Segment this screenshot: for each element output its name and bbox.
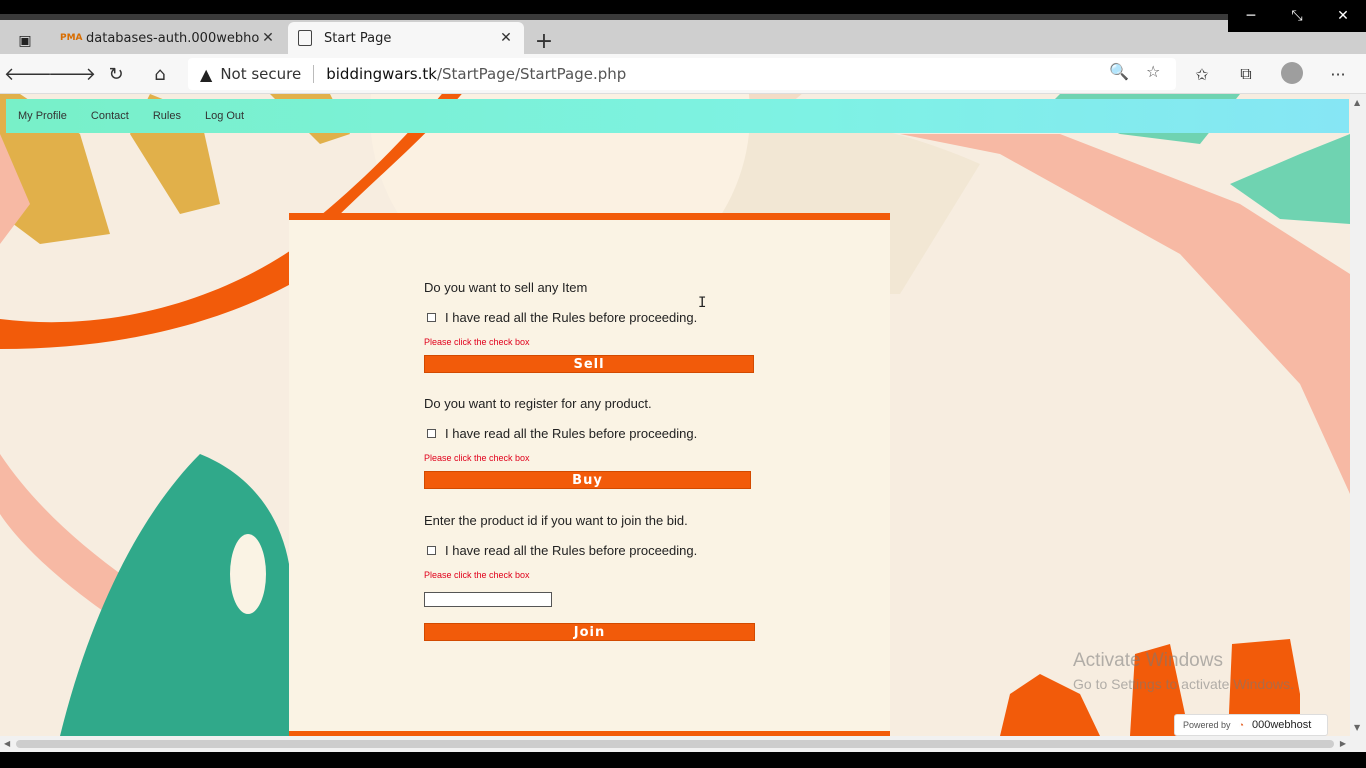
buy-button[interactable]: Buy	[424, 471, 751, 489]
zoom-icon[interactable]: 🔍	[1109, 62, 1129, 81]
activate-windows-watermark: Activate Windows Go to Settings to activ…	[1073, 650, 1294, 692]
tab-start-page[interactable]: Start Page ✕	[288, 22, 524, 54]
buy-rules-checkbox[interactable]	[427, 429, 436, 438]
site-navbar: My Profile Contact Rules Log Out	[6, 99, 1349, 133]
tab-databases[interactable]: PMA databases-auth.000webhost.com ✕	[50, 22, 286, 54]
watermark-subtitle: Go to Settings to activate Windows.	[1073, 676, 1294, 692]
restore-icon[interactable]: ⤡	[1274, 0, 1320, 32]
add-favorite-icon[interactable]: ☆	[1146, 62, 1160, 81]
join-rules-checkbox[interactable]	[427, 546, 436, 555]
scroll-up-icon[interactable]: ▲	[1354, 98, 1360, 107]
scrollbar-thumb[interactable]	[16, 740, 1334, 748]
nav-rules[interactable]: Rules	[153, 110, 181, 122]
tab-close-icon[interactable]: ✕	[260, 30, 276, 46]
checkbox-label: I have read all the Rules before proceed…	[445, 310, 698, 325]
scroll-left-icon[interactable]: ◀	[4, 739, 10, 748]
page-icon	[298, 30, 312, 46]
url-text[interactable]: biddingwars.tk/StartPage/StartPage.php	[326, 65, 626, 83]
home-button[interactable]: ⌂	[146, 62, 174, 86]
nav-my-profile[interactable]: My Profile	[18, 110, 67, 122]
favorites-icon[interactable]: ✩	[1189, 62, 1215, 86]
minimize-icon[interactable]: ─	[1228, 0, 1274, 32]
more-icon[interactable]: ···	[1325, 62, 1351, 86]
join-warning: Please click the check box	[424, 570, 530, 580]
buy-section: Do you want to register for any product.…	[424, 396, 751, 489]
tab-close-icon[interactable]: ✕	[498, 30, 514, 46]
tab-title: Start Page	[324, 30, 392, 46]
watermark-title: Activate Windows	[1073, 650, 1223, 671]
sell-section: Do you want to sell any Item I have read…	[424, 280, 754, 373]
divider	[313, 65, 315, 83]
join-button[interactable]: Join	[424, 623, 755, 641]
nav-contact[interactable]: Contact	[91, 110, 129, 122]
browser-toolbar: 🡐 🡒 ↻ ⌂ ▲ Not secure biddingwars.tk/Star…	[0, 54, 1366, 94]
close-icon[interactable]: ✕	[1320, 0, 1366, 32]
sell-rules-row: I have read all the Rules before proceed…	[424, 310, 754, 325]
buy-warning: Please click the check box	[424, 453, 530, 463]
scroll-down-icon[interactable]: ▼	[1354, 723, 1360, 732]
checkbox-label: I have read all the Rules before proceed…	[445, 426, 698, 441]
warning-icon[interactable]: ▲	[200, 65, 212, 84]
sell-question: Do you want to sell any Item	[424, 280, 588, 295]
join-rules-row: I have read all the Rules before proceed…	[424, 543, 755, 558]
checkbox-label: I have read all the Rules before proceed…	[445, 543, 698, 558]
page-viewport: My Profile Contact Rules Log Out Do you …	[0, 94, 1350, 736]
url-path: /StartPage/StartPage.php	[436, 65, 627, 83]
back-button[interactable]: 🡐	[4, 62, 52, 86]
horizontal-scrollbar[interactable]: ◀ ▶	[0, 736, 1350, 752]
text-cursor-icon: I	[698, 295, 707, 311]
security-status[interactable]: Not secure	[220, 65, 301, 83]
powered-prefix: Powered by	[1183, 720, 1231, 730]
tab-actions-icon[interactable]: ▣	[10, 28, 40, 54]
start-panel: Do you want to sell any Item I have read…	[289, 213, 890, 736]
join-question: Enter the product id if you want to join…	[424, 513, 688, 528]
tab-title: databases-auth.000webhost.com	[86, 30, 260, 46]
buy-question: Do you want to register for any product.	[424, 396, 652, 411]
screen: ▣ PMA databases-auth.000webhost.com ✕ St…	[0, 0, 1366, 768]
sell-button[interactable]: Sell	[424, 355, 754, 373]
address-bar[interactable]: ▲ Not secure biddingwars.tk/StartPage/St…	[188, 58, 1176, 90]
powered-by-badge[interactable]: Powered by ◔ 000webhost	[1174, 714, 1328, 736]
collections-icon[interactable]: ⧉	[1233, 62, 1259, 86]
window-controls: ─ ⤡ ✕	[1228, 0, 1366, 32]
bottom-border	[0, 752, 1366, 768]
vertical-scrollbar[interactable]: ▲ ▼	[1350, 94, 1366, 736]
title-bar	[0, 14, 1228, 20]
sell-rules-checkbox[interactable]	[427, 313, 436, 322]
buy-rules-row: I have read all the Rules before proceed…	[424, 426, 751, 441]
tab-strip: ▣ PMA databases-auth.000webhost.com ✕ St…	[0, 14, 1366, 54]
new-tab-button[interactable]: +	[532, 28, 556, 54]
scroll-right-icon[interactable]: ▶	[1340, 739, 1346, 748]
reload-button[interactable]: ↻	[102, 62, 130, 86]
url-host: biddingwars.tk	[326, 65, 437, 83]
sell-warning: Please click the check box	[424, 337, 530, 347]
profile-avatar[interactable]	[1281, 62, 1303, 84]
nav-log-out[interactable]: Log Out	[205, 110, 244, 122]
scrollbar-corner	[1350, 736, 1366, 752]
join-section: Enter the product id if you want to join…	[424, 513, 755, 641]
product-id-input[interactable]	[424, 592, 552, 607]
powered-brand: 000webhost	[1251, 719, 1312, 731]
forward-button[interactable]: 🡒	[48, 62, 96, 86]
webhost-logo-icon: ◔	[1238, 720, 1244, 730]
pma-icon: PMA	[60, 33, 83, 43]
